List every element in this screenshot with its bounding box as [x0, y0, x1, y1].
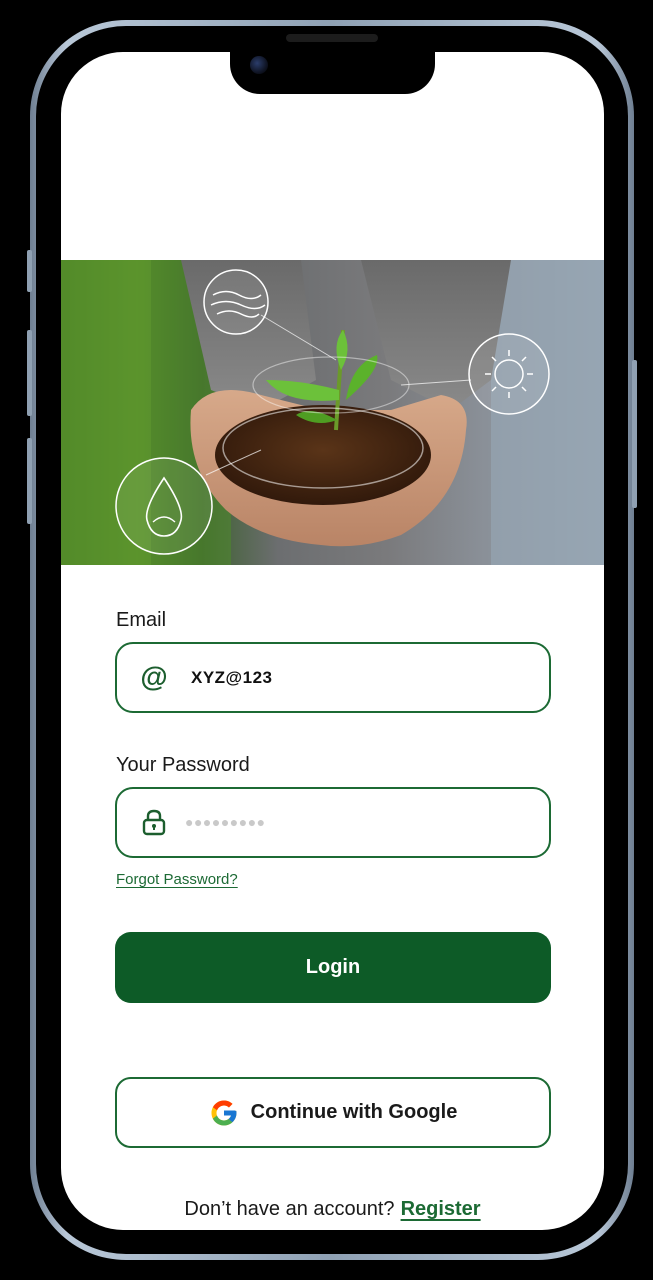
notch: [230, 34, 435, 94]
google-signin-button[interactable]: Continue with Google: [115, 1077, 551, 1148]
register-prompt-text: Don’t have an account?: [184, 1198, 395, 1220]
login-button[interactable]: Login: [115, 932, 551, 1003]
volume-down-button: [27, 438, 32, 524]
password-value: ●●●●●●●●●: [185, 814, 266, 830]
email-field[interactable]: @ XYZ@123: [115, 642, 551, 713]
lock-icon: [139, 807, 169, 837]
register-prompt: Don’t have an account? Register: [61, 1198, 604, 1221]
login-screen: Email @ XYZ@123 Your Password ●●●●●●●●● …: [61, 52, 604, 1230]
volume-up-button: [27, 330, 32, 416]
register-link[interactable]: Register: [401, 1198, 481, 1220]
password-field[interactable]: ●●●●●●●●●: [115, 787, 551, 858]
plant-in-hands-illustration: [61, 260, 604, 565]
speaker-grille: [286, 34, 378, 42]
email-label: Email: [116, 609, 167, 631]
water-drop-icon: [115, 457, 213, 555]
google-button-label: Continue with Google: [250, 1101, 458, 1123]
hero-image: [61, 260, 604, 565]
mute-switch: [27, 250, 32, 292]
sun-icon: [468, 333, 550, 415]
password-label: Your Password: [116, 754, 250, 776]
wind-icon: [203, 269, 269, 335]
google-logo-icon: [211, 1100, 237, 1125]
front-camera: [250, 56, 268, 74]
email-value: XYZ@123: [191, 668, 273, 687]
forgot-password-link[interactable]: Forgot Password?: [116, 871, 238, 888]
power-button: [632, 360, 637, 508]
at-sign-icon: @: [140, 661, 168, 692]
